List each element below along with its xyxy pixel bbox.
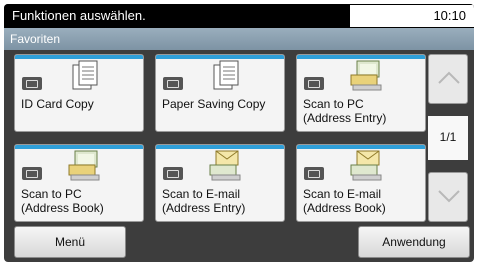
screen-title-label: Favoriten [10, 32, 61, 46]
scan-email-icon [350, 150, 382, 181]
favorites-grid: ID Card Copy Paper Saving Copy Scan to P [14, 54, 426, 222]
tile-label: Scan to E-mail (Address Entry) [162, 187, 246, 215]
scan-mode-icon [304, 77, 324, 90]
page-scroller: 1/1 [428, 54, 468, 222]
tile-label: Scan to PC (Address Book) [21, 187, 104, 215]
scan-mode-icon [22, 167, 42, 180]
copy-docs-icon [213, 60, 239, 90]
favorite-tile-scan-to-email-address-entry[interactable]: Scan to E-mail (Address Entry) [155, 144, 285, 222]
scan-mode-icon [163, 167, 183, 180]
screen-title: Favoriten [4, 28, 474, 50]
status-bar: Funktionen auswählen. 10:10 [4, 4, 474, 28]
copy-mode-icon [22, 77, 42, 90]
panel-frame: Funktionen auswählen. 10:10 Favoriten ID… [4, 4, 474, 262]
copy-docs-icon [72, 60, 98, 90]
chevron-up-icon [438, 71, 460, 84]
chevron-down-icon [438, 190, 460, 203]
scan-mode-icon [304, 167, 324, 180]
favorite-tile-id-card-copy[interactable]: ID Card Copy [14, 54, 144, 132]
status-message: Funktionen auswählen. [12, 8, 146, 23]
tile-label: Scan to E-mail (Address Book) [303, 187, 386, 215]
scan-pc-icon [68, 150, 100, 181]
tile-label: Paper Saving Copy [162, 97, 266, 111]
favorite-tile-scan-to-pc-address-book[interactable]: Scan to PC (Address Book) [14, 144, 144, 222]
favorite-tile-scan-to-pc-address-entry[interactable]: Scan to PC (Address Entry) [296, 54, 426, 132]
page-indicator: 1/1 [428, 116, 468, 160]
favorite-tile-paper-saving-copy[interactable]: Paper Saving Copy [155, 54, 285, 132]
scroll-down-button[interactable] [428, 172, 468, 222]
scroll-up-button[interactable] [428, 54, 468, 104]
favorite-tile-scan-to-email-address-book[interactable]: Scan to E-mail (Address Book) [296, 144, 426, 222]
tile-label: ID Card Copy [21, 97, 94, 111]
scan-pc-icon [350, 60, 382, 91]
copy-mode-icon [163, 77, 183, 90]
clock: 10:10 [350, 5, 474, 27]
tile-label: Scan to PC (Address Entry) [303, 97, 387, 125]
menu-button[interactable]: Menü [14, 226, 126, 258]
scan-email-icon [209, 150, 241, 181]
apply-button[interactable]: Anwendung [358, 226, 470, 258]
